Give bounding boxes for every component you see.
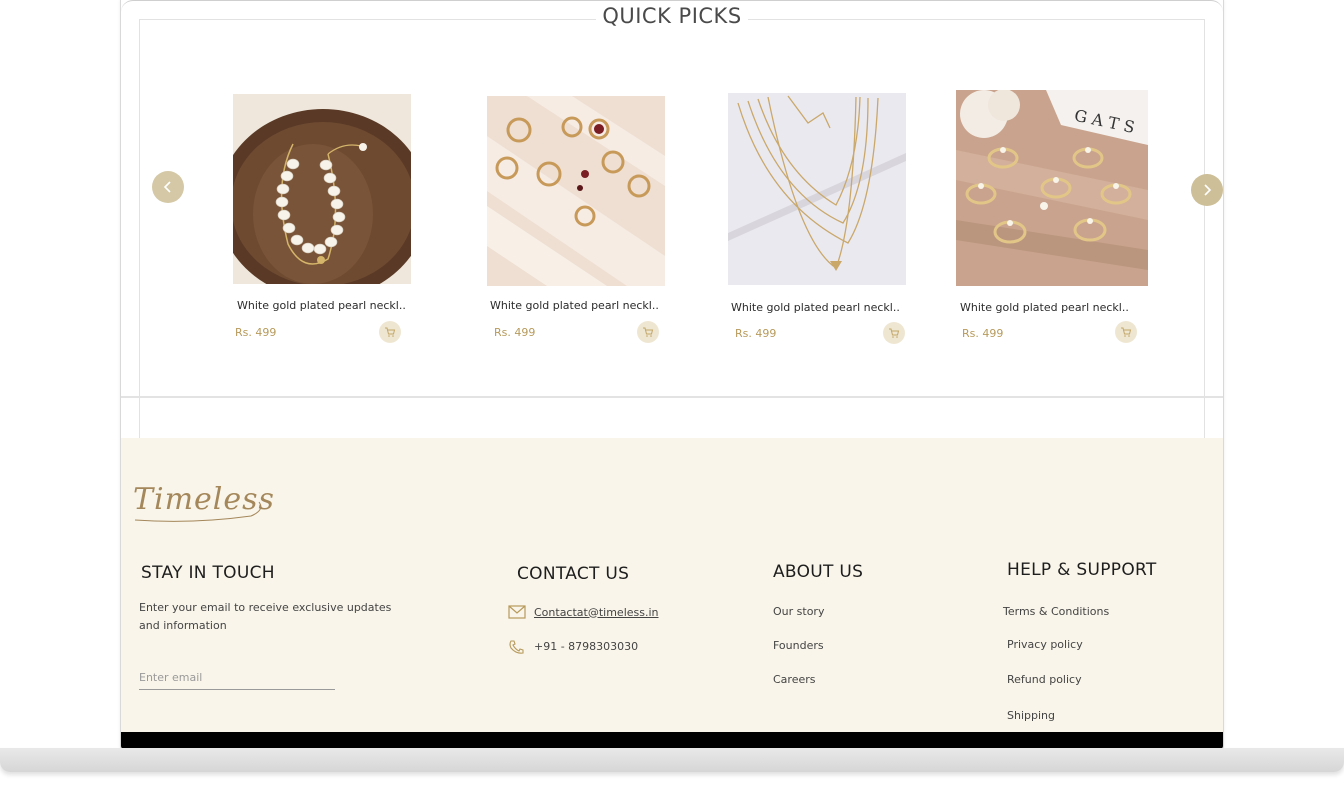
add-to-cart-button[interactable] (379, 321, 401, 343)
mail-icon (508, 605, 526, 619)
product-card[interactable]: White gold plated pearl neckl.. Rs. 499 (728, 93, 918, 344)
add-to-cart-button[interactable] (883, 322, 905, 344)
logo-swash (134, 501, 262, 522)
help-support-heading: HELP & SUPPORT (1007, 560, 1157, 580)
footer: Timeless STAY IN TOUCH Enter your email … (121, 438, 1223, 738)
product-image[interactable]: G A T S (956, 90, 1148, 286)
product-image[interactable] (233, 94, 411, 284)
product-name[interactable]: White gold plated pearl neckl.. (237, 299, 406, 312)
footer-link-privacy[interactable]: Privacy policy (1007, 638, 1083, 651)
chevron-left-icon (163, 181, 171, 193)
page-frame: QUICK PICKS White gold plated pearl neck… (120, 0, 1224, 750)
product-image[interactable] (487, 96, 665, 286)
product-price: Rs. 499 (235, 326, 277, 339)
contact-phone: +91 - 8798303030 (534, 640, 639, 653)
product-image[interactable] (728, 93, 906, 285)
contact-us-heading: CONTACT US (517, 564, 630, 584)
product-price: Rs. 499 (494, 326, 536, 339)
contact-email-row: Contactat@timeless.in (508, 604, 659, 620)
product-name[interactable]: White gold plated pearl neckl.. (731, 301, 900, 314)
footer-link-founders[interactable]: Founders (773, 639, 824, 652)
about-us-heading: ABOUT US (773, 562, 864, 582)
add-to-cart-button[interactable] (637, 321, 659, 343)
product-card[interactable]: White gold plated pearl neckl.. Rs. 499 (233, 94, 423, 344)
section-divider (121, 396, 1223, 398)
product-name[interactable]: White gold plated pearl neckl.. (490, 299, 659, 312)
product-card[interactable]: G A T S White gold plated pearl neckl.. … (956, 90, 1156, 343)
cart-icon (889, 328, 900, 338)
add-to-cart-button[interactable] (1115, 321, 1137, 343)
stay-in-touch-text-line1: Enter your email to receive exclusive up… (139, 601, 392, 614)
stay-in-touch-text-line2: and information (139, 619, 227, 632)
product-card[interactable]: White gold plated pearl neckl.. Rs. 499 (487, 96, 677, 346)
contact-phone-row: +91 - 8798303030 (508, 638, 638, 655)
footer-link-careers[interactable]: Careers (773, 673, 816, 686)
cart-icon (385, 327, 396, 337)
cart-icon (643, 327, 654, 337)
email-input[interactable] (139, 666, 335, 690)
footer-link-our-story[interactable]: Our story (773, 605, 824, 618)
footer-link-terms[interactable]: Terms & Conditions (1003, 605, 1109, 618)
carousel-prev-button[interactable] (152, 171, 184, 203)
contact-email-link[interactable]: Contactat@timeless.in (534, 606, 659, 619)
device-base (0, 748, 1344, 772)
carousel-next-button[interactable] (1191, 174, 1223, 206)
phone-icon (509, 639, 524, 654)
chevron-right-icon (1204, 184, 1212, 196)
footer-link-shipping[interactable]: Shipping (1007, 709, 1055, 722)
product-price: Rs. 499 (735, 327, 777, 340)
section-title: QUICK PICKS (121, 4, 1223, 28)
footer-link-refund[interactable]: Refund policy (1007, 673, 1082, 686)
product-name[interactable]: White gold plated pearl neckl.. (960, 301, 1129, 314)
stay-in-touch-heading: STAY IN TOUCH (141, 563, 275, 583)
product-price: Rs. 499 (962, 327, 1004, 340)
cart-icon (1121, 327, 1132, 337)
